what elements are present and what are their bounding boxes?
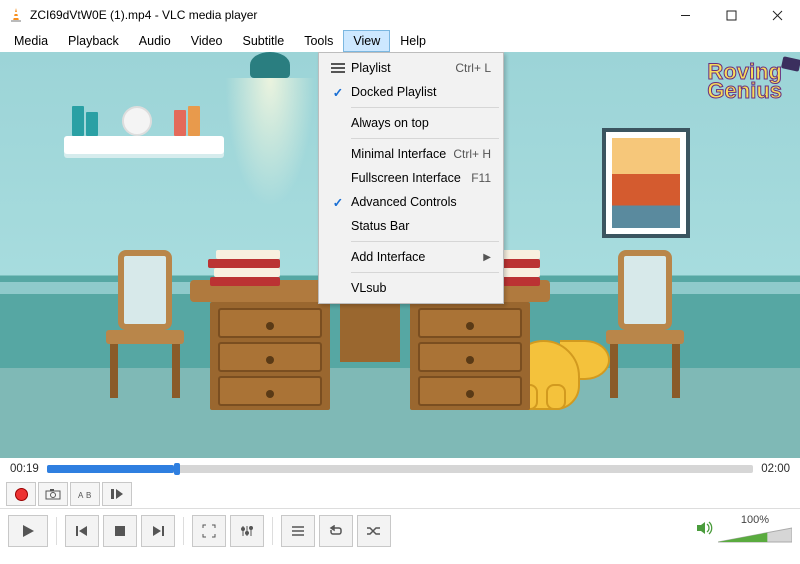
advanced-controls: AB [0,480,800,508]
snapshot-button[interactable] [38,482,68,506]
menu-media[interactable]: Media [4,30,58,52]
view-menu-always-on-top[interactable]: Always on top [321,111,501,135]
view-menu-status-bar[interactable]: Status Bar [321,214,501,238]
menu-audio[interactable]: Audio [129,30,181,52]
stop-button[interactable] [103,515,137,547]
minimize-button[interactable] [662,0,708,30]
menu-playback[interactable]: Playback [58,30,129,52]
vlc-icon [8,7,24,23]
fullscreen-button[interactable] [192,515,226,547]
time-elapsed[interactable]: 00:19 [10,463,39,475]
view-dropdown: PlaylistCtrl+ LDocked Playlist Always on … [318,52,504,304]
seek-bar[interactable] [47,465,753,473]
view-menu-fullscreen-interface[interactable]: Fullscreen InterfaceF11 [321,166,501,190]
volume-slider[interactable] [718,526,792,548]
loop-button[interactable] [319,515,353,547]
speaker-icon[interactable] [696,520,714,541]
menu-help[interactable]: Help [390,30,436,52]
window-title: ZCI69dVtW0E (1).mp4 - VLC media player [30,8,662,22]
svg-text:A: A [78,491,84,500]
brand-watermark: RovingGenius [707,62,782,100]
maximize-button[interactable] [708,0,754,30]
shuffle-button[interactable] [357,515,391,547]
svg-text:B: B [86,491,91,500]
menu-view[interactable]: View [343,30,390,52]
menu-subtitle[interactable]: Subtitle [233,30,295,52]
previous-button[interactable] [65,515,99,547]
time-total[interactable]: 02:00 [761,463,790,475]
menubar: Media Playback Audio Video Subtitle Tool… [0,30,800,52]
loop-ab-button[interactable]: AB [70,482,100,506]
volume-text: 100% [741,514,769,526]
view-menu-vlsub[interactable]: VLsub [321,276,501,300]
record-button[interactable] [6,482,36,506]
play-button[interactable] [8,515,48,547]
view-menu-add-interface[interactable]: Add Interface▶ [321,245,501,269]
playlist-button[interactable] [281,515,315,547]
video-area[interactable]: RovingGenius PlaylistCtrl+ LDocked Playl… [0,52,800,458]
menu-video[interactable]: Video [181,30,233,52]
volume-control[interactable]: 100% [696,514,792,548]
close-button[interactable] [754,0,800,30]
menu-tools[interactable]: Tools [294,30,343,52]
frame-step-button[interactable] [102,482,132,506]
view-menu-playlist[interactable]: PlaylistCtrl+ L [321,56,501,80]
seek-row: 00:19 02:00 [0,458,800,480]
main-controls: 100% [0,508,800,552]
titlebar: ZCI69dVtW0E (1).mp4 - VLC media player [0,0,800,30]
extended-settings-button[interactable] [230,515,264,547]
view-menu-docked-playlist[interactable]: Docked Playlist [321,80,501,104]
next-button[interactable] [141,515,175,547]
view-menu-advanced-controls[interactable]: Advanced Controls [321,190,501,214]
view-menu-minimal-interface[interactable]: Minimal InterfaceCtrl+ H [321,142,501,166]
